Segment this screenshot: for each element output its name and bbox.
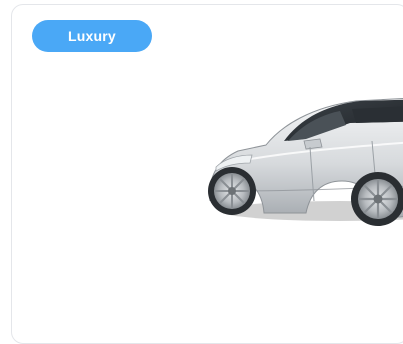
category-badge: Luxury [32,20,152,52]
category-badge-label: Luxury [68,28,116,44]
car-image [200,81,403,236]
car-icon [208,97,403,226]
vehicle-card[interactable]: Luxury [11,4,403,344]
